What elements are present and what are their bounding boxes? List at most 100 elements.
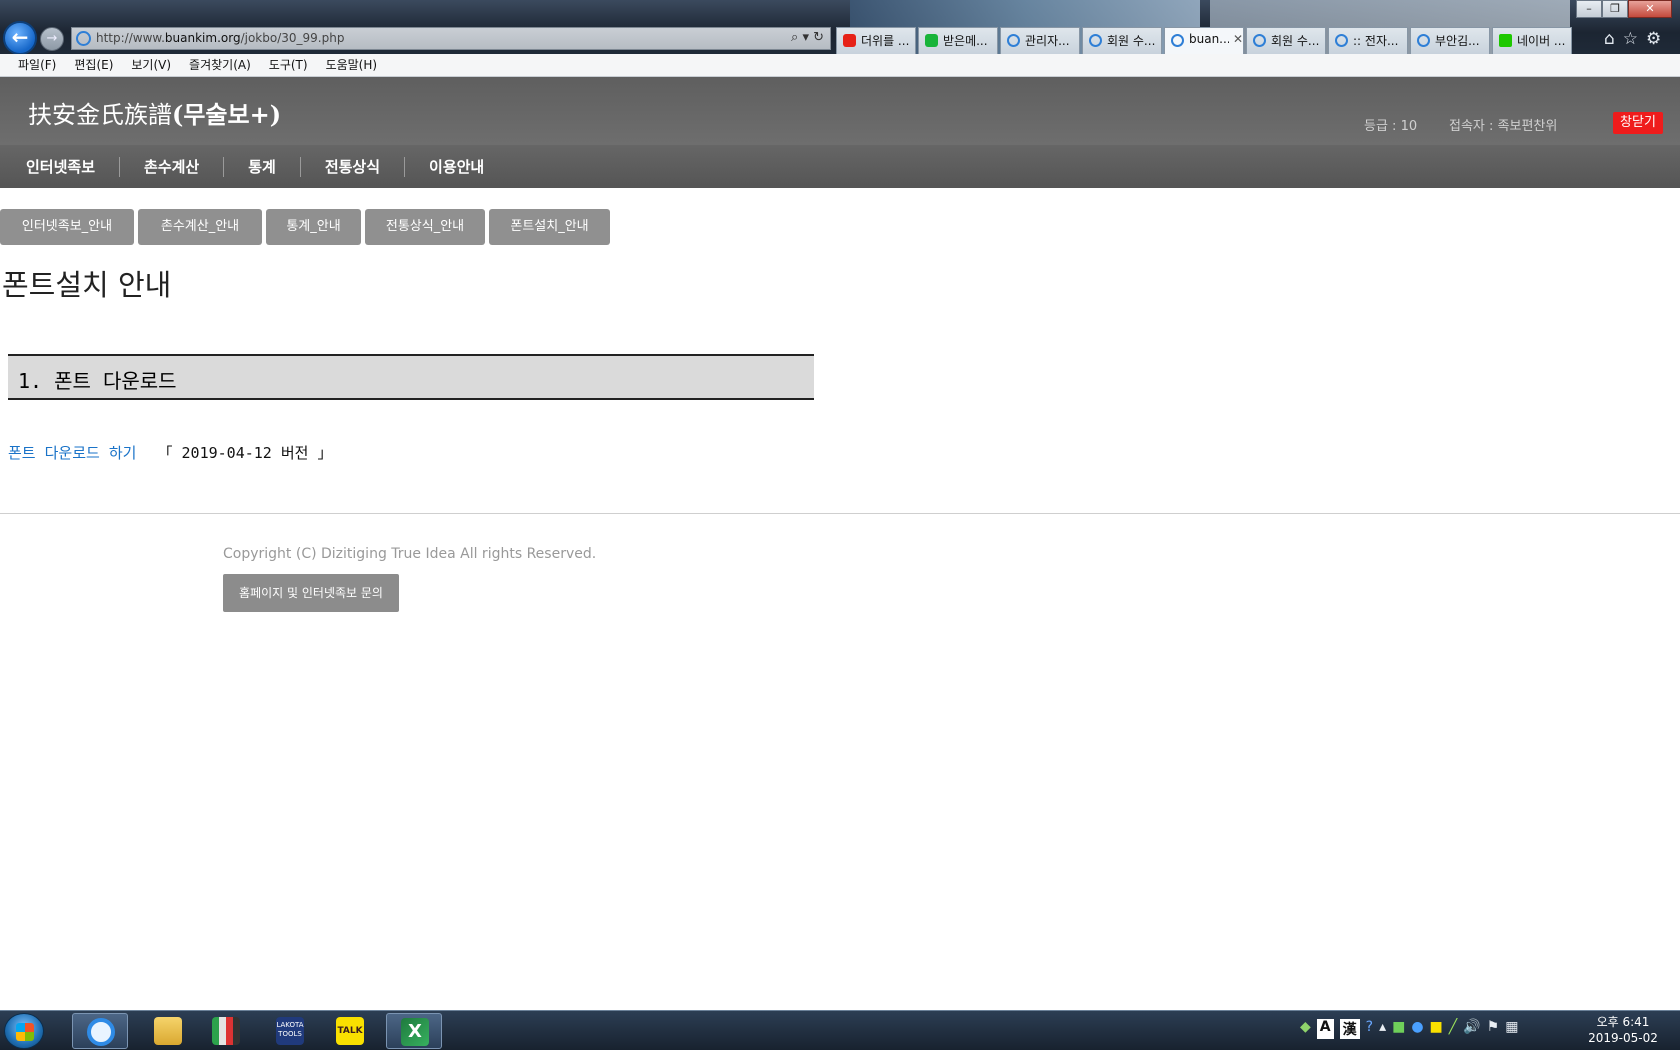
nav-separator	[299, 156, 301, 177]
tab-label: 회원 수...	[1271, 34, 1320, 48]
network-icon[interactable]: ▦	[1505, 1019, 1518, 1039]
nav-separator	[404, 156, 406, 177]
taskbar-file-explorer[interactable]	[140, 1013, 196, 1049]
menu-item[interactable]: 도구(T)	[269, 54, 308, 76]
subnav-button[interactable]: 인터넷족보_안내	[0, 209, 134, 245]
section-title: 1. 폰트 다운로드	[18, 369, 177, 393]
tab-label: 더위를 ...	[861, 34, 910, 48]
browser-tab[interactable]: 더위를 ...	[836, 27, 916, 54]
subnav-button[interactable]: 전통상식_안내	[365, 209, 485, 245]
start-button[interactable]	[4, 1013, 44, 1049]
ime-mode-hanja[interactable]: 漢	[1339, 1019, 1360, 1039]
home-icon[interactable]: ⌂	[1604, 29, 1615, 49]
browser-tab[interactable]: :: 전자...	[1328, 27, 1408, 54]
security-icon[interactable]: ■	[1392, 1019, 1405, 1039]
download-line: 폰트 다운로드 하기 「 2019-04-12 버전 」	[8, 442, 333, 463]
tray-expand-icon[interactable]: ▴	[1379, 1019, 1386, 1039]
windows-taskbar: LAKOTA TOOLS TALK X ◆ A 漢 ? ▴ ■ ● ■ ╱ 🔊 …	[0, 1010, 1680, 1050]
lakota-tools-icon: LAKOTA TOOLS	[276, 1017, 304, 1045]
back-button[interactable]: ←	[3, 21, 37, 55]
tab-close-icon[interactable]: ✕	[1233, 32, 1243, 46]
subnav-button[interactable]: 촌수계산_안내	[138, 209, 262, 245]
settings-gear-icon[interactable]: ⚙	[1646, 29, 1661, 49]
mail-icon	[925, 34, 938, 47]
logged-in-user: 접속자 : 족보편찬위	[1449, 119, 1558, 134]
internet-explorer-icon	[87, 1018, 115, 1046]
pen-tool-icon[interactable]: ╱	[1449, 1019, 1457, 1039]
ie-icon	[1335, 34, 1348, 47]
kakaotalk-icon: TALK	[336, 1017, 364, 1045]
font-download-link[interactable]: 폰트 다운로드 하기	[8, 444, 136, 462]
ie-icon	[1417, 34, 1430, 47]
taskbar-internet-explorer[interactable]	[72, 1013, 128, 1049]
browser-tab[interactable]: 부안김...	[1410, 27, 1490, 54]
download-version: 「 2019-04-12 버전 」	[157, 444, 333, 462]
browser-tab[interactable]: 회원 수...	[1246, 27, 1326, 54]
browser-tab[interactable]: buan... ✕	[1164, 27, 1244, 54]
windows-logo-icon	[16, 1023, 34, 1041]
remote-icon[interactable]: ●	[1411, 1019, 1423, 1039]
nav-separator	[223, 156, 225, 177]
folder-icon	[154, 1017, 182, 1045]
nav-item[interactable]: 인터넷족보	[26, 156, 119, 177]
naver-icon	[1499, 34, 1512, 47]
address-bar[interactable]: http://www.buankim.org/jokbo/30_99.php ⌕…	[71, 27, 831, 50]
volume-icon[interactable]: 🔊	[1463, 1019, 1480, 1039]
taskbar-excel[interactable]: X	[386, 1013, 442, 1049]
browser-tab[interactable]: 관리자...	[1000, 27, 1080, 54]
nav-item[interactable]: 이용안내	[429, 156, 508, 177]
menu-item[interactable]: 보기(V)	[131, 54, 171, 76]
tab-label: 받은메...	[943, 34, 988, 48]
address-url[interactable]: http://www.buankim.org/jokbo/30_99.php	[96, 31, 344, 45]
menu-item[interactable]: 파일(F)	[18, 54, 56, 76]
ie-page-icon	[76, 31, 91, 46]
address-search-refresh-icons[interactable]: ⌕ ▾ ↻	[791, 30, 824, 45]
url-prefix: http://www.	[96, 31, 165, 45]
nav-item[interactable]: 전통상식	[325, 156, 404, 177]
site-header: 扶安金氏族譜(무술보+) 등급 : 10 접속자 : 족보편찬위 창닫기	[0, 77, 1680, 145]
section-header: 1. 폰트 다운로드	[8, 354, 814, 400]
copyright-text: Copyright (C) Dizitiging True Idea All r…	[223, 546, 597, 562]
ime-mode-a[interactable]: A	[1316, 1019, 1334, 1039]
system-tray: ◆ A 漢 ? ▴ ■ ● ■ ╱ 🔊 ⚑ ▦	[1300, 1019, 1518, 1039]
action-center-flag-icon[interactable]: ⚑	[1487, 1019, 1500, 1039]
minimize-button[interactable]: –	[1576, 0, 1602, 18]
browser-tabs: 더위를 ... 받은메... 관리자... 회원 수... buan... ✕ 회원 수..…	[836, 27, 1574, 54]
close-window-button-site[interactable]: 창닫기	[1613, 112, 1663, 134]
tab-label: :: 전자...	[1353, 34, 1399, 48]
page-title: 폰트설치 안내	[2, 268, 172, 302]
taskbar-lakota-tools[interactable]: LAKOTA TOOLS	[262, 1013, 318, 1049]
kakaotalk-tray-icon[interactable]: ■	[1430, 1019, 1443, 1039]
site-title-hanja: 扶安金氏族譜	[28, 101, 172, 129]
browser-tab[interactable]: 네이버 ...	[1492, 27, 1572, 54]
taskbar-kakaotalk[interactable]: TALK	[322, 1013, 378, 1049]
ie-icon	[1007, 34, 1020, 47]
taskbar-clock[interactable]: 오후 6:41 2019-05-02	[1578, 1014, 1668, 1046]
help-icon[interactable]: ?	[1366, 1019, 1373, 1039]
menu-item[interactable]: 편집(E)	[74, 54, 113, 76]
nav-item[interactable]: 촌수계산	[144, 156, 223, 177]
sub-navigation: 인터넷족보_안내 촌수계산_안내 통계_안내 전통상식_안내 폰트설치_안내	[0, 209, 614, 245]
restore-button[interactable]: ❐	[1602, 0, 1628, 18]
taskbar-excel-tools[interactable]	[198, 1013, 254, 1049]
browser-tab[interactable]: 받은메...	[918, 27, 998, 54]
nav-item[interactable]: 통계	[248, 156, 300, 177]
network-shield-icon[interactable]: ◆	[1300, 1019, 1311, 1039]
browser-tab[interactable]: 회원 수...	[1082, 27, 1162, 54]
menu-item[interactable]: 도움말(H)	[326, 54, 378, 76]
ie-icon	[1089, 34, 1102, 47]
favorites-star-icon[interactable]: ☆	[1623, 29, 1638, 49]
inquiry-button[interactable]: 홈페이지 및 인터넷족보 문의	[223, 574, 399, 612]
tab-label: 네이버 ...	[1517, 34, 1566, 48]
subnav-button[interactable]: 폰트설치_안내	[489, 209, 610, 245]
url-path: /jokbo/30_99.php	[240, 31, 345, 45]
nav-separator	[119, 156, 121, 177]
subnav-button[interactable]: 통계_안내	[266, 209, 361, 245]
browser-menubar: 파일(F) 편집(E) 보기(V) 즐겨찾기(A) 도구(T) 도움말(H)	[0, 54, 1680, 77]
youtube-icon	[843, 34, 856, 47]
menu-item[interactable]: 즐겨찾기(A)	[189, 54, 251, 76]
forward-button[interactable]: →	[40, 27, 64, 51]
ie-icon	[1253, 34, 1266, 47]
site-title[interactable]: 扶安金氏族譜(무술보+)	[28, 95, 281, 130]
close-window-button[interactable]: ✕	[1628, 0, 1672, 18]
